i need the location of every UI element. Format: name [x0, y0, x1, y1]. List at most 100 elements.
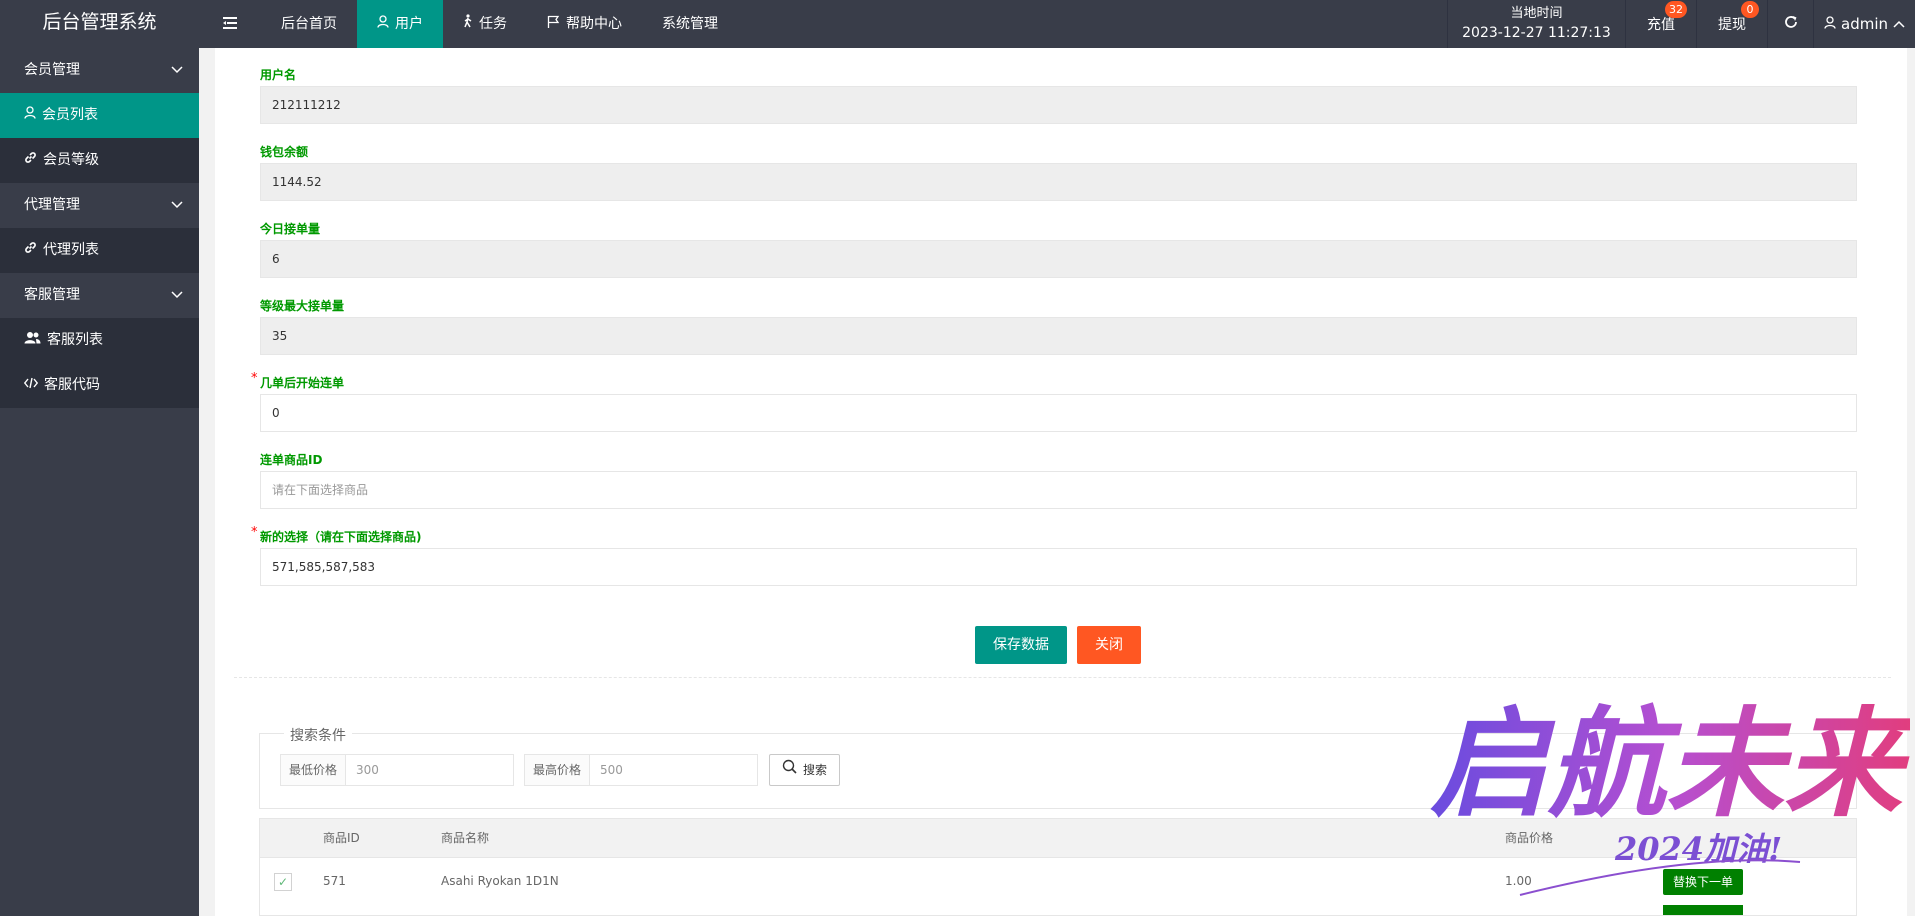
search-button-label: 搜索 — [802, 763, 827, 777]
nav-help-label: 帮助中心 — [566, 16, 622, 32]
user-icon — [24, 93, 36, 138]
nav-users-label: 用户 — [395, 16, 423, 32]
product-price-cell: 1.00 — [1505, 874, 1532, 888]
app-logo: 后台管理系统 — [42, 11, 157, 33]
nav-tasks-label: 任务 — [479, 16, 507, 32]
sidebar-item-member-list[interactable]: 会员列表 — [0, 93, 199, 138]
recharge-badge: 32 — [1665, 1, 1687, 18]
sidebar-group-support[interactable]: 客服管理 — [0, 273, 199, 318]
user-name: admin — [1841, 15, 1888, 33]
link-icon — [24, 138, 37, 183]
table-header: 商品ID 商品名称 商品价格 — [260, 819, 1856, 857]
walking-icon — [463, 1, 473, 47]
hamburger-icon — [223, 1, 237, 47]
product-id-input[interactable]: 请在下面选择商品 — [260, 471, 1857, 509]
save-button[interactable]: 保存数据 — [975, 626, 1067, 664]
new-selection-input[interactable]: 571,585,587,583 — [260, 548, 1857, 586]
withdraw-label: 提现 — [1718, 17, 1746, 33]
nav-users[interactable]: 用户 — [357, 0, 443, 48]
today-orders-field: 6 — [260, 240, 1857, 278]
search-legend: 搜索条件 — [284, 725, 352, 745]
col-product-id: 商品ID — [323, 831, 360, 845]
sidebar-item-support-list[interactable]: 客服列表 — [0, 318, 199, 363]
edit-card: 用户名 212111212 钱包余额 1144.52 今日接单量 6 等级最大接… — [215, 48, 1907, 916]
menu-toggle-button[interactable] — [199, 0, 261, 48]
sidebar-item-label: 客服代码 — [44, 377, 100, 393]
withdraw-button[interactable]: 提现 0 — [1696, 0, 1767, 48]
col-product-price: 商品价格 — [1505, 831, 1554, 845]
nav-system-label: 系统管理 — [662, 16, 718, 32]
sidebar-item-label: 客服列表 — [47, 332, 103, 348]
link-icon — [24, 228, 37, 273]
sidebar-item-label: 会员等级 — [43, 152, 99, 168]
withdraw-badge: 0 — [1741, 1, 1759, 18]
users-icon — [24, 318, 41, 363]
product-table: 商品ID 商品名称 商品价格 ✓ 571 Asahi Ryokan 1D1N 1… — [259, 818, 1857, 916]
nav-help[interactable]: 帮助中心 — [527, 0, 642, 48]
start-after-input[interactable]: 0 — [260, 394, 1857, 432]
user-menu[interactable]: admin — [1813, 0, 1915, 48]
divider — [234, 677, 1891, 678]
product-name-cell: Asahi Ryokan 1D1N — [441, 874, 559, 888]
new-selection-label: 新的选择（请在下面选择商品) — [260, 530, 422, 544]
sidebar-group-label: 代理管理 — [24, 197, 80, 213]
chevron-down-icon — [171, 183, 183, 228]
refresh-button[interactable] — [1767, 0, 1813, 48]
product-id-label: 连单商品ID — [260, 453, 323, 467]
username-field: 212111212 — [260, 86, 1857, 124]
sidebar-item-agent-list[interactable]: 代理列表 — [0, 228, 199, 273]
replace-next-order-button[interactable] — [1663, 905, 1743, 915]
product-id-placeholder: 请在下面选择商品 — [272, 483, 369, 497]
start-after-label: 几单后开始连单 — [260, 376, 345, 390]
max-orders-label: 等级最大接单量 — [260, 299, 345, 313]
recharge-button[interactable]: 充值 32 — [1625, 0, 1696, 48]
balance-label: 钱包余额 — [260, 145, 309, 159]
nav-system[interactable]: 系统管理 — [642, 0, 738, 48]
user-icon — [1824, 15, 1836, 33]
top-nav: 后台首页 用户 任务 帮助中心 系统管理 — [199, 0, 738, 48]
col-product-name: 商品名称 — [441, 831, 490, 845]
sidebar-group-members[interactable]: 会员管理 — [0, 48, 199, 93]
local-time-label: 当地时间 — [1510, 5, 1563, 21]
sidebar-group-agents[interactable]: 代理管理 — [0, 183, 199, 228]
balance-field: 1144.52 — [260, 163, 1857, 201]
code-icon — [23, 363, 39, 408]
search-icon — [782, 755, 797, 785]
chevron-up-icon — [1893, 16, 1905, 32]
flag-icon — [547, 1, 560, 47]
nav-home[interactable]: 后台首页 — [261, 0, 357, 48]
search-fieldset: 搜索条件 最低价格 300 最高价格 500 搜索 — [259, 725, 1857, 809]
max-price-label: 最高价格 — [524, 754, 590, 786]
chevron-down-icon — [171, 273, 183, 318]
min-price-label: 最低价格 — [280, 754, 346, 786]
chevron-down-icon — [171, 48, 183, 93]
close-button[interactable]: 关闭 — [1077, 626, 1141, 664]
main-content: 用户名 212111212 钱包余额 1144.52 今日接单量 6 等级最大接… — [199, 48, 1915, 916]
sidebar-item-support-code[interactable]: 客服代码 — [0, 363, 199, 408]
row-checkbox[interactable]: ✓ — [274, 873, 292, 891]
nav-tasks[interactable]: 任务 — [443, 0, 527, 48]
required-marker: * — [251, 371, 258, 386]
nav-home-label: 后台首页 — [281, 16, 337, 32]
sidebar-group-label: 会员管理 — [24, 62, 80, 78]
search-button[interactable]: 搜索 — [769, 754, 840, 786]
local-time: 当地时间 2023-12-27 11:27:13 — [1447, 0, 1625, 48]
header-right: 当地时间 2023-12-27 11:27:13 充值 32 提现 0 admi… — [1447, 0, 1915, 48]
today-orders-label: 今日接单量 — [260, 222, 321, 236]
sidebar: 会员管理 会员列表 会员等级 代理管理 代理列表 客服管理 客服列表 客服代码 — [0, 48, 199, 916]
sidebar-item-member-level[interactable]: 会员等级 — [0, 138, 199, 183]
local-time-value: 2023-12-27 11:27:13 — [1462, 25, 1611, 42]
sidebar-group-label: 客服管理 — [24, 287, 80, 303]
refresh-icon — [1784, 15, 1798, 33]
min-price-input[interactable]: 300 — [345, 754, 514, 786]
replace-next-order-button[interactable]: 替换下一单 — [1663, 869, 1743, 895]
username-label: 用户名 — [260, 68, 297, 82]
product-id-cell: 571 — [323, 874, 346, 888]
top-header: 后台管理系统 后台首页 用户 任务 帮助中心 系统管理 当地时间 2023-12… — [0, 0, 1915, 48]
max-price-input[interactable]: 500 — [589, 754, 758, 786]
required-marker: * — [251, 525, 258, 540]
sidebar-item-label: 代理列表 — [43, 242, 99, 258]
table-row[interactable]: ✓ 571 Asahi Ryokan 1D1N 1.00 替换下一单 — [260, 857, 1856, 903]
user-icon — [377, 1, 389, 47]
max-orders-field: 35 — [260, 317, 1857, 355]
